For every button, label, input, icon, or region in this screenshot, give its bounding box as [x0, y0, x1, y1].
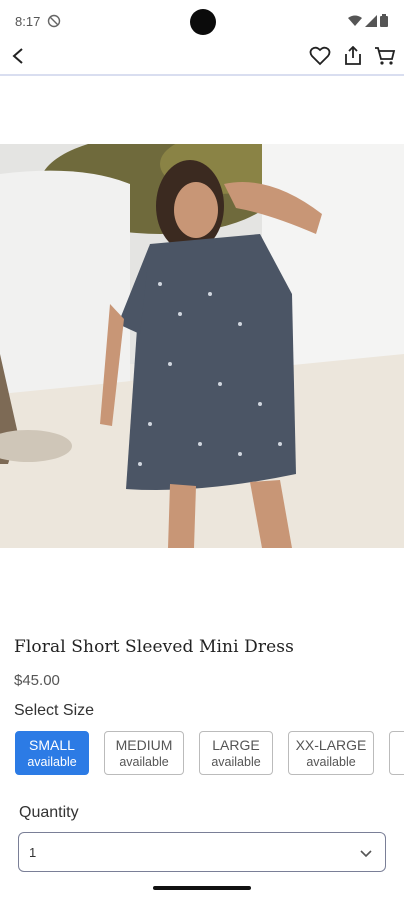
signal-icon [365, 14, 377, 27]
size-name: LARGE [212, 736, 260, 753]
product-title: Floral Short Sleeved Mini Dress [14, 637, 294, 657]
size-name: MEDIUM [115, 736, 173, 753]
status-bar: 8:17 [0, 0, 404, 40]
size-option-partial[interactable] [389, 731, 404, 775]
select-size-label: Select Size [14, 702, 95, 719]
quantity-value: 1 [29, 845, 37, 860]
heart-icon [309, 46, 331, 66]
size-availability: available [211, 754, 261, 769]
size-option-large[interactable]: LARGE available [199, 731, 273, 775]
quantity-label: Quantity [19, 804, 79, 821]
status-icons [348, 14, 388, 27]
dnd-icon [47, 14, 61, 28]
home-indicator[interactable] [153, 886, 251, 890]
size-name: SMALL [29, 736, 75, 753]
share-icon [345, 46, 361, 65]
quantity-select[interactable]: 1 [18, 832, 386, 872]
wifi-icon [348, 15, 362, 26]
cart-icon [375, 47, 396, 65]
size-availability: available [306, 754, 356, 769]
product-photo [0, 144, 404, 548]
size-name: XX-LARGE [295, 736, 367, 753]
size-option-small[interactable]: SMALL available [15, 731, 89, 775]
app-bar [0, 38, 404, 74]
product-price: $45.00 [14, 672, 60, 689]
arrow-back-icon [12, 48, 23, 64]
size-availability: available [119, 754, 169, 769]
size-availability: available [27, 754, 77, 769]
battery-icon [380, 14, 388, 27]
app-bar-divider [0, 74, 404, 76]
size-option-xx-large[interactable]: XX-LARGE available [288, 731, 374, 775]
camera-cutout [190, 9, 216, 35]
status-time: 8:17 [15, 14, 41, 29]
favorite-button[interactable] [308, 44, 332, 68]
product-image [0, 144, 404, 548]
share-button[interactable] [341, 44, 365, 68]
chevron-down-icon [360, 850, 372, 858]
cart-button[interactable] [373, 44, 397, 68]
size-option-medium[interactable]: MEDIUM available [104, 731, 184, 775]
size-options: SMALL available MEDIUM available LARGE a… [15, 731, 404, 775]
back-button[interactable] [6, 44, 30, 68]
